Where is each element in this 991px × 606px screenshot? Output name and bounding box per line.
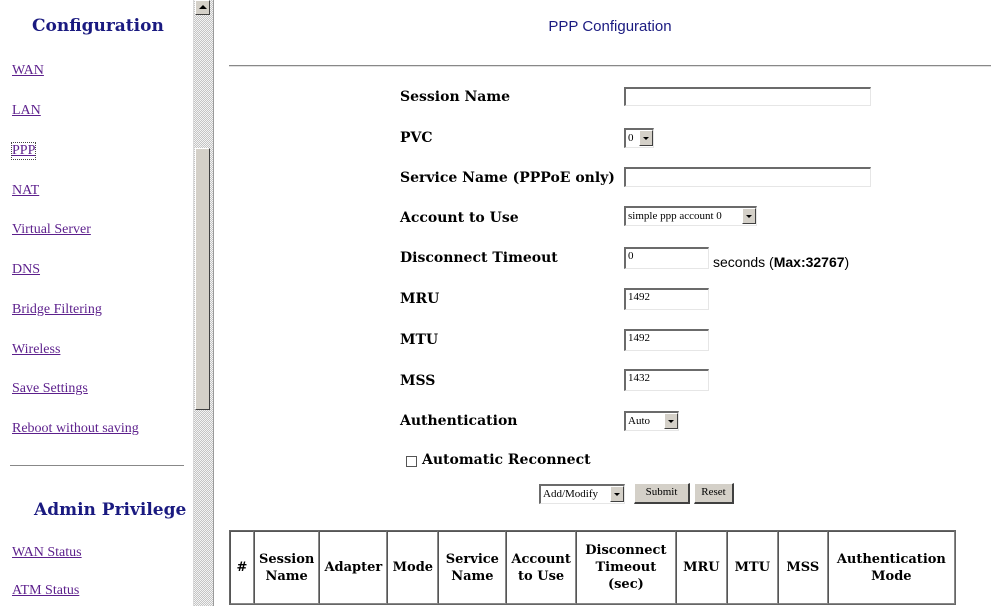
col-header-mode: Mode: [387, 531, 439, 604]
dropdown-arrow-icon[interactable]: [610, 486, 624, 502]
header-line: Timeout: [595, 560, 657, 575]
nav-link-dns[interactable]: DNS: [12, 262, 40, 278]
navigation-scrollbar[interactable]: [193, 0, 213, 606]
mtu-input[interactable]: 1492: [624, 329, 709, 351]
nav-link-lan[interactable]: LAN: [12, 103, 41, 119]
col-header-mss: MSS: [777, 531, 828, 604]
header-line: Adapter: [324, 560, 383, 575]
nav-link-ppp[interactable]: PPP: [10, 142, 37, 160]
account-select-value: simple ppp account 0: [628, 210, 722, 222]
header-line: Session: [259, 551, 315, 567]
page-title: PPP Configuration: [548, 18, 672, 35]
timeout-hint-max: Max:: [773, 254, 806, 270]
timeout-max-hint: seconds (Max:32767): [713, 254, 849, 270]
session-name-input[interactable]: [624, 87, 871, 106]
pvc-label: PVC: [400, 130, 433, 146]
header-line: Name: [451, 568, 494, 584]
action-select-value: Add/Modify: [543, 488, 598, 500]
reset-button[interactable]: Reset: [694, 483, 734, 504]
nav-link-save-settings[interactable]: Save Settings: [12, 381, 88, 397]
title-divider: [229, 65, 991, 67]
automatic-reconnect-label: Automatic Reconnect: [422, 452, 591, 468]
navigation-frame: Configuration WAN LAN PPP NAT Virtual Se…: [0, 0, 192, 606]
nav-link-nat[interactable]: NAT: [12, 183, 39, 199]
automatic-reconnect-checkbox[interactable]: [406, 456, 417, 467]
submit-button[interactable]: Submit: [634, 483, 690, 504]
mss-label: MSS: [400, 373, 436, 389]
header-line: Disconnect: [585, 543, 667, 558]
scroll-thumb[interactable]: [195, 148, 210, 410]
disconnect-timeout-input[interactable]: 0: [624, 247, 709, 269]
nav-link-virtual-server[interactable]: Virtual Server: [12, 222, 91, 238]
frame-separator: [213, 0, 229, 606]
authentication-select-value: Auto: [628, 415, 650, 427]
nav-link-wireless[interactable]: Wireless: [12, 342, 60, 358]
header-line: #: [236, 560, 248, 575]
col-header-authentication-mode: Authentication Mode: [827, 531, 955, 604]
dropdown-arrow-icon[interactable]: [742, 208, 756, 224]
header-line: Service: [445, 551, 499, 567]
main-content-frame: PPP Configuration Session Name PVC 0 Ser…: [229, 0, 991, 606]
timeout-hint-prefix: seconds (: [713, 254, 774, 270]
mru-label: MRU: [400, 291, 440, 307]
header-line: Mode: [871, 568, 912, 584]
header-line: (sec): [607, 577, 644, 592]
col-header-mtu: MTU: [726, 531, 778, 604]
mru-input[interactable]: 1492: [624, 288, 709, 310]
col-header-mru: MRU: [675, 531, 727, 604]
nav-link-reboot[interactable]: Reboot without saving: [12, 421, 139, 437]
header-line: to Use: [518, 568, 565, 584]
service-name-input[interactable]: [624, 167, 871, 187]
mtu-label: MTU: [400, 332, 439, 348]
scroll-up-arrow-icon[interactable]: [195, 0, 210, 15]
account-label: Account to Use: [400, 210, 519, 226]
session-name-label: Session Name: [400, 89, 511, 105]
pvc-select-value: 0: [628, 132, 634, 144]
dropdown-arrow-icon[interactable]: [664, 413, 678, 429]
col-header-adapter: Adapter: [319, 531, 388, 604]
col-header-session-name: Session Name: [254, 531, 320, 604]
mss-input[interactable]: 1432: [624, 369, 709, 391]
ppp-sessions-table: # Session Name Adapter Mode Service Name A…: [229, 530, 956, 605]
configuration-heading: Configuration: [32, 16, 164, 36]
nav-link-wan[interactable]: WAN: [12, 63, 44, 79]
col-header-account: Account to Use: [506, 531, 576, 604]
table-header-row: # Session Name Adapter Mode Service Name A…: [230, 531, 955, 604]
authentication-select[interactable]: Auto: [624, 411, 679, 431]
pvc-select[interactable]: 0: [624, 128, 654, 148]
authentication-label: Authentication: [400, 413, 518, 429]
timeout-hint-max-value: 32767: [805, 254, 845, 270]
col-header-disconnect-timeout: Disconnect Timeout (sec): [575, 531, 676, 604]
header-line: MSS: [786, 560, 820, 575]
disconnect-timeout-label: Disconnect Timeout: [400, 250, 558, 266]
account-select[interactable]: simple ppp account 0: [624, 206, 757, 226]
nav-link-atm-status[interactable]: ATM Status: [12, 583, 79, 599]
header-line: Authentication: [836, 551, 946, 567]
admin-privilege-heading: Admin Privilege: [34, 500, 187, 520]
dropdown-arrow-icon[interactable]: [639, 130, 653, 146]
header-line: Mode: [392, 560, 434, 575]
header-line: MRU: [683, 560, 720, 575]
timeout-hint-end: ): [844, 254, 850, 270]
header-line: Account: [511, 551, 571, 567]
action-select[interactable]: Add/Modify: [539, 484, 625, 504]
header-line: Name: [265, 568, 308, 584]
col-header-service-name: Service Name: [438, 531, 507, 604]
col-header-number: #: [230, 531, 254, 604]
service-name-label: Service Name (PPPoE only): [400, 170, 615, 186]
sidebar-divider: [10, 465, 184, 467]
nav-link-bridge-filtering[interactable]: Bridge Filtering: [12, 302, 102, 318]
nav-link-wan-status[interactable]: WAN Status: [12, 545, 82, 561]
header-line: MTU: [734, 560, 771, 575]
